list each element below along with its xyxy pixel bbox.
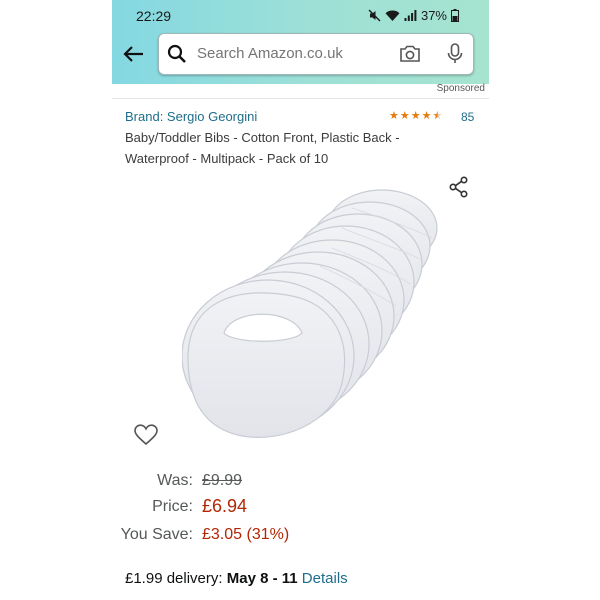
app-header: 22:29 37%: [112, 0, 489, 84]
savings-amount: £3.05 (31%): [202, 526, 290, 543]
star-rating[interactable]: ★ ★ ★ ★ ★: [389, 110, 442, 122]
back-arrow-icon[interactable]: [122, 42, 146, 66]
delivery-info: £1.99 delivery: May 8 - 11 Details: [125, 570, 348, 587]
app-screen: 22:29 37% Search Amazon.co.uk Sponsored …: [112, 0, 489, 600]
search-icon[interactable]: [167, 44, 187, 69]
star-icon: ★: [421, 110, 432, 122]
price-label: Price:: [152, 498, 193, 515]
current-price: £6.94: [202, 496, 248, 516]
heart-icon[interactable]: [134, 424, 158, 451]
delivery-cost: £1.99 delivery:: [125, 570, 223, 587]
camera-icon[interactable]: [399, 43, 421, 70]
search-bar[interactable]: [158, 33, 474, 75]
wifi-icon: [385, 9, 400, 22]
star-icon: ★: [410, 110, 421, 122]
battery-percent: 37%: [420, 8, 447, 23]
battery-icon: [451, 9, 459, 22]
star-icon: ★: [399, 110, 410, 122]
half-star-icon: ★: [432, 110, 443, 122]
sponsored-label[interactable]: Sponsored: [437, 83, 485, 94]
status-icons: 37%: [368, 8, 459, 23]
was-label: Was:: [157, 472, 193, 489]
brand-link[interactable]: Brand: Sergio Georgini: [125, 109, 257, 124]
rating-count[interactable]: 85: [461, 110, 474, 124]
delivery-dates: May 8 - 11: [226, 570, 298, 587]
save-label: You Save:: [120, 526, 193, 543]
product-image[interactable]: [181, 168, 457, 463]
search-input[interactable]: [197, 45, 377, 62]
divider: [112, 98, 489, 99]
status-time: 22:29: [136, 8, 172, 24]
delivery-details-link[interactable]: Details: [302, 570, 348, 587]
stars: ★ ★ ★ ★ ★: [389, 110, 442, 122]
mic-icon[interactable]: [446, 43, 464, 70]
mute-icon: [368, 9, 381, 22]
signal-icon: [404, 9, 417, 22]
star-icon: ★: [389, 110, 399, 122]
product-title: Baby/Toddler Bibs - Cotton Front, Plasti…: [125, 130, 400, 166]
was-price: £9.99: [202, 472, 243, 489]
